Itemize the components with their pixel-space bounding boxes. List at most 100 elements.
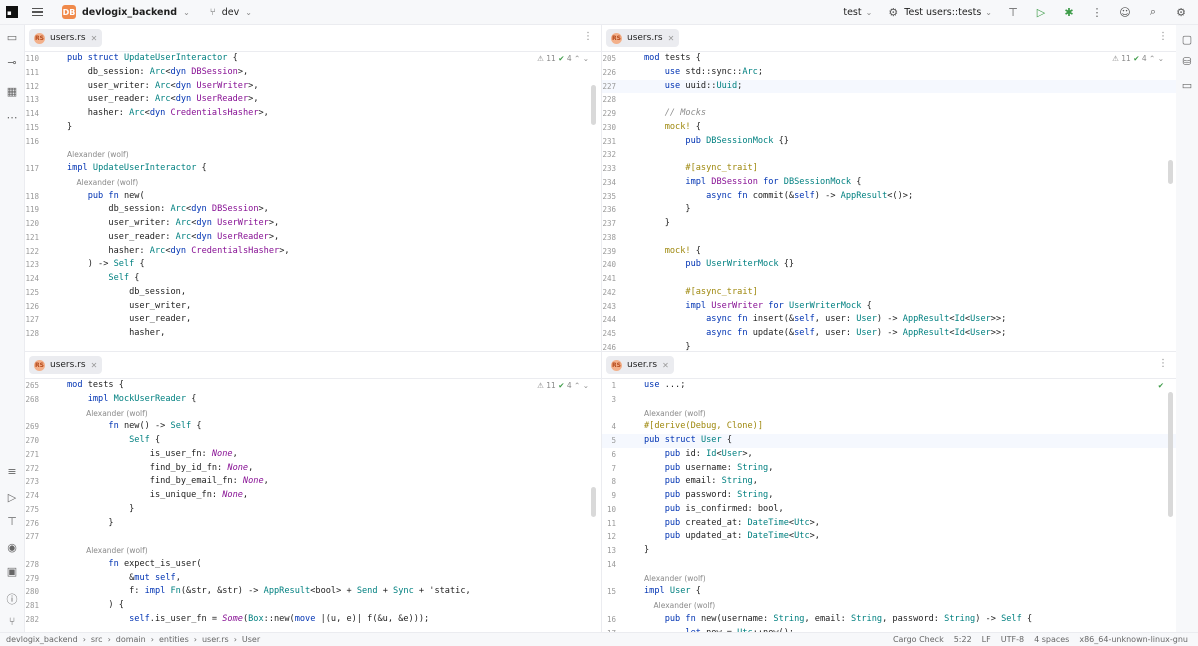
line-number[interactable]: 122: [25, 245, 39, 259]
line-number[interactable]: 244: [602, 313, 616, 327]
line-number[interactable]: 11: [602, 517, 616, 531]
line-number[interactable]: 268: [25, 393, 39, 407]
editor-tab-user-rs[interactable]: RS user.rs ✕: [606, 356, 674, 374]
account-icon[interactable]: ☺: [1118, 6, 1132, 19]
line-number[interactable]: 280: [25, 585, 39, 599]
line-number[interactable]: 243: [602, 300, 616, 314]
line-number[interactable]: 241: [602, 272, 616, 286]
line-number[interactable]: 236: [602, 203, 616, 217]
line-number[interactable]: 279: [25, 572, 39, 586]
more-options-icon[interactable]: ⋮: [583, 31, 593, 42]
run-config-selector[interactable]: ⚙ Test users::tests ⌄: [886, 6, 992, 19]
line-number[interactable]: 231: [602, 135, 616, 149]
search-icon[interactable]: ⌕: [1146, 5, 1160, 19]
line-number[interactable]: 119: [25, 203, 39, 217]
line-number[interactable]: 275: [25, 503, 39, 517]
line-number[interactable]: 120: [25, 217, 39, 231]
chevron-down-icon[interactable]: ⌄: [245, 8, 252, 17]
breadcrumb-item[interactable]: entities: [159, 635, 189, 644]
code-editor[interactable]: ⚠ 11 ✔ 4 ⌃ ⌄ 110 pub struct UpdateUserInt…: [25, 52, 601, 351]
line-number[interactable]: 126: [25, 300, 39, 314]
line-number[interactable]: 246: [602, 341, 616, 351]
services-icon[interactable]: ◉: [0, 541, 24, 554]
line-number[interactable]: 125: [25, 286, 39, 300]
breadcrumb-item[interactable]: user.rs: [202, 635, 229, 644]
line-number[interactable]: 118: [25, 190, 39, 204]
line-number[interactable]: 278: [25, 558, 39, 572]
line-number[interactable]: 117: [25, 162, 39, 176]
editor-tab-users-rs[interactable]: RS users.rs ✕: [606, 29, 680, 47]
line-number[interactable]: 273: [25, 475, 39, 489]
project-folder-icon[interactable]: ▭: [0, 31, 24, 44]
notifications-icon[interactable]: ▢: [1176, 33, 1198, 46]
line-number[interactable]: 121: [25, 231, 39, 245]
line-number[interactable]: 4: [602, 420, 616, 434]
structure-icon[interactable]: ▦: [0, 85, 24, 98]
breadcrumb-item[interactable]: devlogix_backend: [6, 635, 78, 644]
line-number[interactable]: 226: [602, 66, 616, 80]
git-panel-icon[interactable]: ⑂: [0, 615, 24, 628]
more-options-icon[interactable]: ⋮: [1158, 358, 1168, 369]
line-number[interactable]: 12: [602, 530, 616, 544]
line-number[interactable]: 127: [25, 313, 39, 327]
line-number[interactable]: 269: [25, 420, 39, 434]
build-hammer-icon[interactable]: ⊤: [1006, 6, 1020, 19]
line-number[interactable]: 228: [602, 93, 616, 107]
line-number[interactable]: 265: [25, 379, 39, 393]
status-widget[interactable]: 5:22: [954, 635, 972, 644]
line-number[interactable]: 227: [602, 80, 616, 94]
code-editor[interactable]: ✔ 1 use ...; 3 Alexander (wolf) 4 #[derive(De…: [602, 379, 1176, 633]
line-number[interactable]: 112: [25, 80, 39, 94]
line-number[interactable]: 14: [602, 558, 616, 572]
line-number[interactable]: 205: [602, 52, 616, 66]
commit-icon[interactable]: ⊸: [0, 56, 24, 69]
build-panel-icon[interactable]: ⊤: [0, 515, 24, 528]
run-target-selector[interactable]: test ⌄: [843, 7, 872, 18]
line-number[interactable]: 242: [602, 286, 616, 300]
line-number[interactable]: 230: [602, 121, 616, 135]
line-number[interactable]: 113: [25, 93, 39, 107]
debug-icon[interactable]: ✱: [1062, 6, 1076, 19]
editor-tab-users-rs[interactable]: RS users.rs ✕: [29, 29, 103, 47]
line-number[interactable]: 281: [25, 599, 39, 613]
project-selector[interactable]: devlogix_backend: [82, 7, 177, 18]
line-number[interactable]: 274: [25, 489, 39, 503]
todo-list-icon[interactable]: ≡: [0, 465, 24, 478]
line-number[interactable]: 15: [602, 585, 616, 599]
line-number[interactable]: 123: [25, 258, 39, 272]
editor-tab-users-rs[interactable]: RS users.rs ✕: [29, 356, 103, 374]
vertical-scrollbar[interactable]: [1168, 392, 1173, 517]
line-number[interactable]: 238: [602, 231, 616, 245]
close-tab-icon[interactable]: ✕: [662, 361, 669, 370]
line-number[interactable]: 116: [25, 135, 39, 149]
branch-selector[interactable]: dev: [222, 7, 240, 18]
line-number[interactable]: 240: [602, 258, 616, 272]
line-number[interactable]: 270: [25, 434, 39, 448]
code-editor[interactable]: ⚠ 11 ✔ 4 ⌃ ⌄ 205 mod tests {226 use std::…: [602, 52, 1176, 351]
database-icon[interactable]: ⛁: [1176, 55, 1198, 68]
status-widget[interactable]: LF: [982, 635, 991, 644]
line-number[interactable]: 233: [602, 162, 616, 176]
close-tab-icon[interactable]: ✕: [91, 361, 98, 370]
breadcrumb-item[interactable]: User: [242, 635, 260, 644]
vertical-scrollbar[interactable]: [591, 487, 596, 517]
settings-gear-icon[interactable]: ⚙: [1174, 6, 1188, 19]
line-number[interactable]: 229: [602, 107, 616, 121]
chevron-down-icon[interactable]: ⌄: [183, 8, 190, 17]
line-number[interactable]: 13: [602, 544, 616, 558]
line-number[interactable]: 276: [25, 517, 39, 531]
line-number[interactable]: 9: [602, 489, 616, 503]
line-number[interactable]: 6: [602, 448, 616, 462]
line-number[interactable]: 5: [602, 434, 616, 448]
line-number[interactable]: 110: [25, 52, 39, 66]
status-widget[interactable]: x86_64-unknown-linux-gnu: [1079, 635, 1188, 644]
terminal-icon[interactable]: ▣: [0, 565, 24, 578]
status-widget[interactable]: Cargo Check: [893, 635, 944, 644]
close-tab-icon[interactable]: ✕: [668, 34, 675, 43]
line-number[interactable]: 115: [25, 121, 39, 135]
line-number[interactable]: 232: [602, 148, 616, 162]
line-number[interactable]: 245: [602, 327, 616, 341]
more-actions-icon[interactable]: ⋮: [1090, 6, 1104, 19]
line-number[interactable]: 1: [602, 379, 616, 393]
line-number[interactable]: 114: [25, 107, 39, 121]
